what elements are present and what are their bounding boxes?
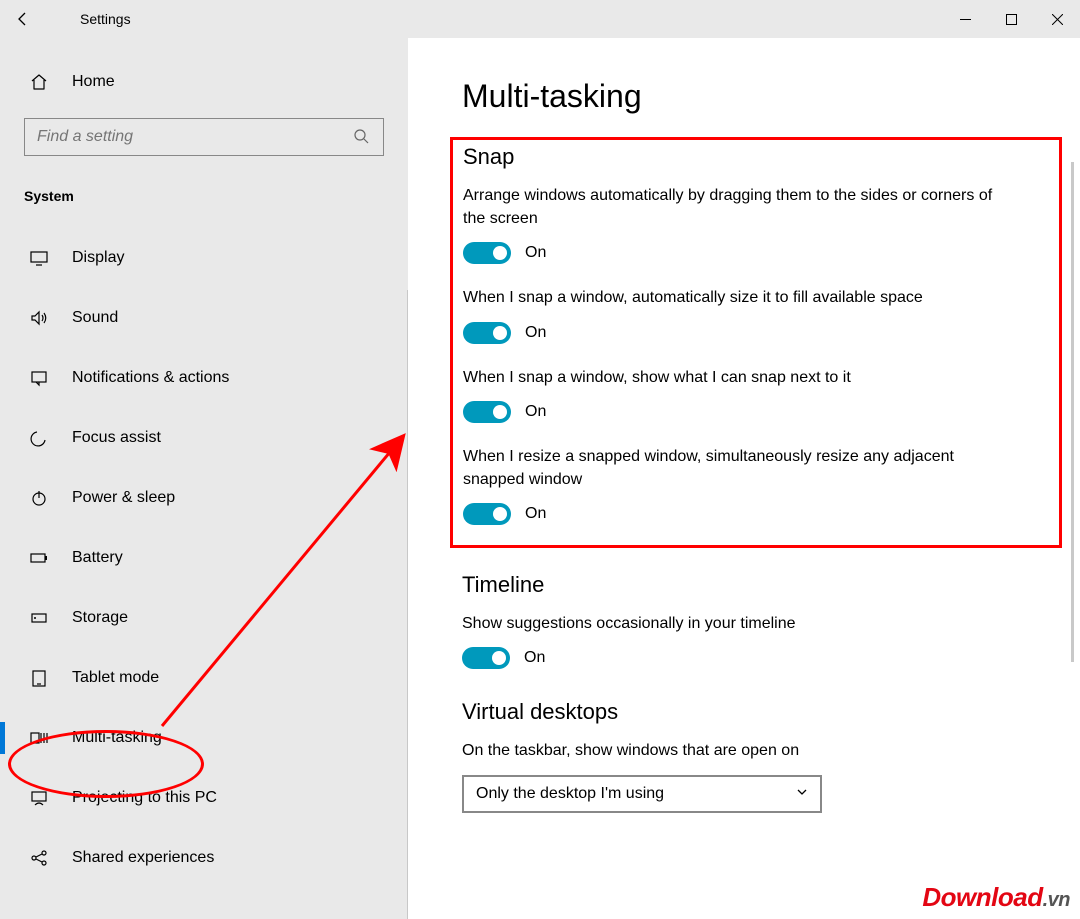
- annotation-highlight-box: Snap Arrange windows automatically by dr…: [450, 137, 1062, 548]
- timeline-toggle[interactable]: [462, 647, 510, 669]
- sidebar-item-projecting[interactable]: Projecting to this PC: [0, 768, 408, 828]
- toggle-state: On: [525, 403, 546, 421]
- sidebar-item-label: Multi-tasking: [72, 729, 162, 747]
- setting-desc: When I snap a window, show what I can sn…: [463, 366, 1003, 389]
- sidebar-item-label: Display: [72, 249, 124, 267]
- sidebar-item-label: Shared experiences: [72, 849, 214, 867]
- setting-desc: Show suggestions occasionally in your ti…: [462, 612, 1002, 635]
- toggle-state: On: [524, 649, 545, 667]
- sidebar-item-multitasking[interactable]: Multi-tasking: [0, 708, 408, 768]
- sidebar-item-label: Power & sleep: [72, 489, 175, 507]
- virtual-desktops-select[interactable]: Only the desktop I'm using: [462, 775, 822, 813]
- sidebar-item-notifications[interactable]: Notifications & actions: [0, 348, 408, 408]
- shared-icon: [28, 847, 50, 869]
- select-value: Only the desktop I'm using: [476, 785, 664, 803]
- setting-desc: On the taskbar, show windows that are op…: [462, 739, 1002, 762]
- sidebar-item-shared-experiences[interactable]: Shared experiences: [0, 828, 408, 888]
- minimize-button[interactable]: [942, 0, 988, 38]
- close-button[interactable]: [1034, 0, 1080, 38]
- arrow-left-icon: [15, 11, 31, 27]
- minimize-icon: [960, 14, 971, 25]
- back-button[interactable]: [0, 0, 46, 38]
- snap-setting-1: Arrange windows automatically by draggin…: [463, 184, 1049, 264]
- close-icon: [1052, 14, 1063, 25]
- virtual-desktops-heading: Virtual desktops: [462, 699, 1050, 725]
- sidebar-item-label: Tablet mode: [72, 669, 159, 687]
- watermark: Download.vn: [922, 882, 1070, 913]
- home-icon: [28, 71, 50, 93]
- snap-setting-3: When I snap a window, show what I can sn…: [463, 366, 1049, 423]
- sidebar-item-label: Focus assist: [72, 429, 161, 447]
- sidebar-item-focus-assist[interactable]: Focus assist: [0, 408, 408, 468]
- maximize-icon: [1006, 14, 1017, 25]
- multitasking-icon: [28, 727, 50, 749]
- search-icon: [353, 128, 373, 147]
- sound-icon: [28, 307, 50, 329]
- snap-toggle-4[interactable]: [463, 503, 511, 525]
- toggle-state: On: [525, 505, 546, 523]
- sidebar-item-battery[interactable]: Battery: [0, 528, 408, 588]
- nav-list: Display Sound Notifications & actions Fo…: [0, 228, 408, 888]
- sidebar-item-label: Notifications & actions: [72, 369, 229, 387]
- timeline-heading: Timeline: [462, 572, 1050, 598]
- search-field[interactable]: [37, 128, 353, 146]
- content-area: Multi-tasking Snap Arrange windows autom…: [408, 38, 1080, 919]
- projecting-icon: [28, 787, 50, 809]
- page-title: Multi-tasking: [462, 78, 1050, 115]
- sidebar-item-tablet-mode[interactable]: Tablet mode: [0, 648, 408, 708]
- power-icon: [28, 487, 50, 509]
- snap-toggle-1[interactable]: [463, 242, 511, 264]
- setting-desc: When I snap a window, automatically size…: [463, 286, 1003, 309]
- window-title: Settings: [46, 11, 131, 27]
- sidebar-item-label: Storage: [72, 609, 128, 627]
- maximize-button[interactable]: [988, 0, 1034, 38]
- focus-assist-icon: [28, 427, 50, 449]
- sidebar-item-label: Battery: [72, 549, 123, 567]
- sidebar-item-label: Projecting to this PC: [72, 789, 217, 807]
- sidebar-item-storage[interactable]: Storage: [0, 588, 408, 648]
- snap-toggle-2[interactable]: [463, 322, 511, 344]
- section-label: System: [0, 170, 408, 212]
- storage-icon: [28, 607, 50, 629]
- battery-icon: [28, 547, 50, 569]
- display-icon: [28, 247, 50, 269]
- titlebar: Settings: [0, 0, 1080, 38]
- snap-heading: Snap: [463, 144, 1049, 170]
- sidebar-item-power-sleep[interactable]: Power & sleep: [0, 468, 408, 528]
- toggle-state: On: [525, 324, 546, 342]
- notifications-icon: [28, 367, 50, 389]
- timeline-setting: Show suggestions occasionally in your ti…: [462, 612, 1050, 669]
- snap-setting-2: When I snap a window, automatically size…: [463, 286, 1049, 343]
- tablet-icon: [28, 667, 50, 689]
- scrollbar[interactable]: [1071, 162, 1074, 662]
- toggle-state: On: [525, 244, 546, 262]
- setting-desc: When I resize a snapped window, simultan…: [463, 445, 1003, 491]
- chevron-down-icon: [796, 786, 808, 801]
- sidebar-item-sound[interactable]: Sound: [0, 288, 408, 348]
- sidebar-item-display[interactable]: Display: [0, 228, 408, 288]
- sidebar-item-label: Sound: [72, 309, 118, 327]
- setting-desc: Arrange windows automatically by draggin…: [463, 184, 1003, 230]
- search-input[interactable]: [24, 118, 384, 156]
- snap-toggle-3[interactable]: [463, 401, 511, 423]
- home-button[interactable]: Home: [0, 54, 408, 110]
- sidebar: Home System Display Sound: [0, 38, 408, 919]
- snap-setting-4: When I resize a snapped window, simultan…: [463, 445, 1049, 525]
- home-label: Home: [72, 73, 115, 91]
